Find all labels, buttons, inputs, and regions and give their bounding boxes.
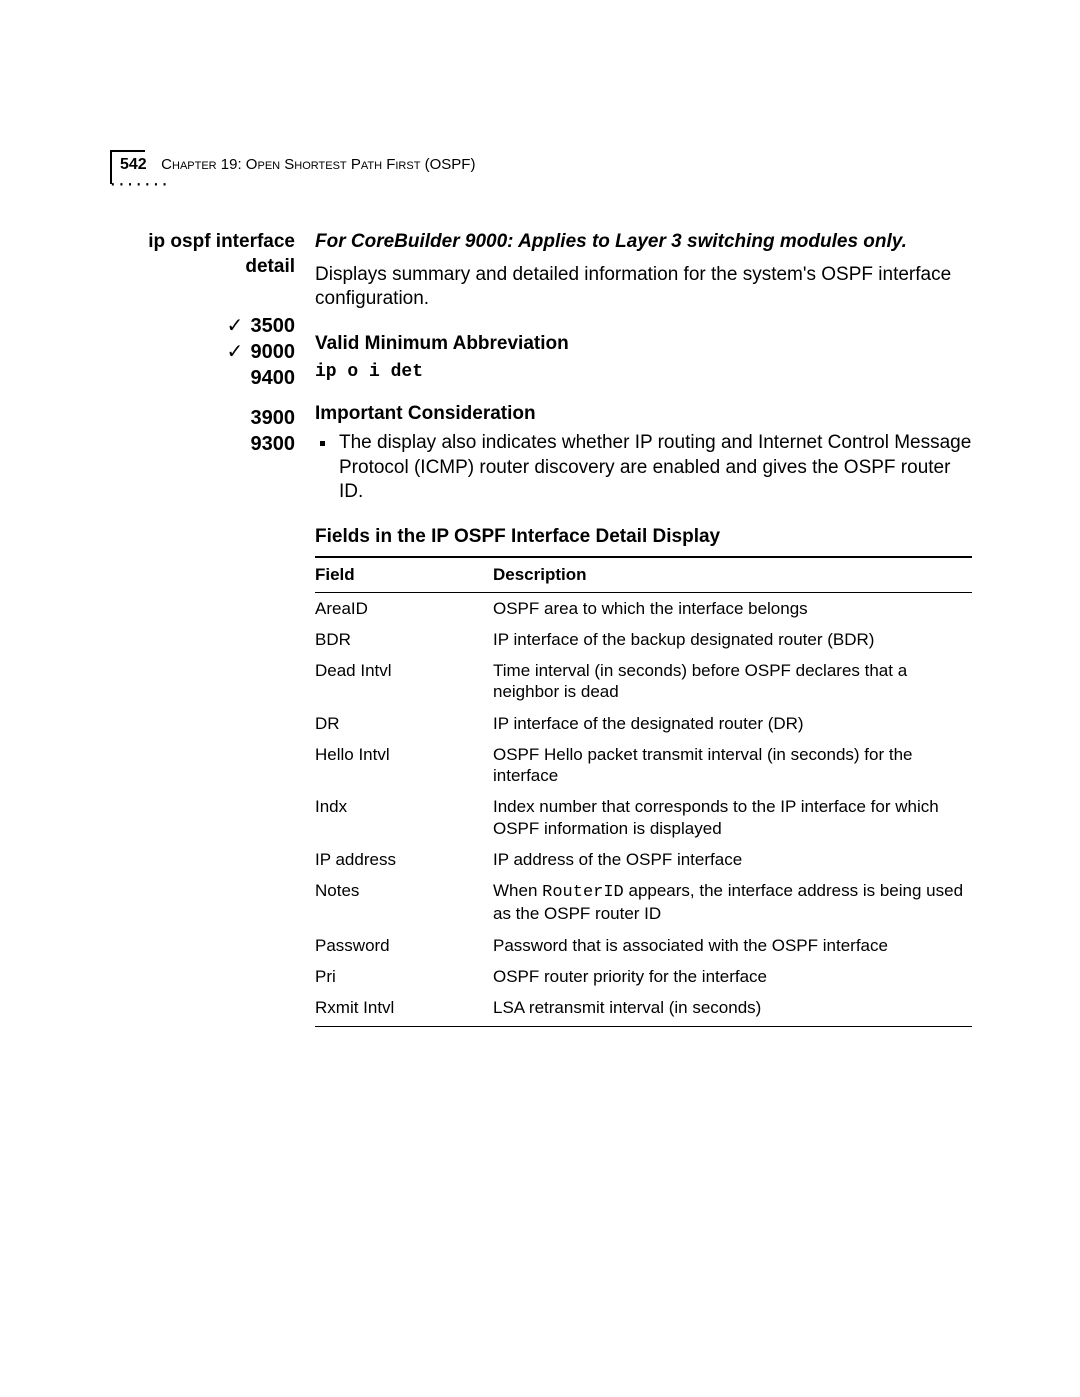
field-cell: Hello Intvl — [315, 739, 493, 792]
check-icon: ✓ — [227, 339, 251, 365]
desc-cell: LSA retransmit interval (in seconds) — [493, 992, 972, 1026]
table-row: DR IP interface of the designated router… — [315, 708, 972, 739]
consideration-list: The display also indicates whether IP ro… — [337, 431, 972, 505]
table-row: IP address IP address of the OSPF interf… — [315, 844, 972, 875]
fields-table-wrap: Field Description AreaID OSPF area to wh… — [315, 556, 972, 1028]
model-number: 3500 — [251, 313, 296, 339]
check-icon: ✓ — [227, 313, 251, 339]
table-row: Rxmit Intvl LSA retransmit interval (in … — [315, 992, 972, 1026]
content-area: ip ospf interface detail ✓ 3500 ✓ 9000 9… — [110, 230, 972, 1027]
table-row: Password Password that is associated wit… — [315, 930, 972, 961]
model-row: ✓ 9000 — [110, 339, 295, 365]
model-number: 9000 — [251, 339, 296, 365]
page: ······· 542 Chapter 19: Open Shortest Pa… — [0, 0, 1080, 150]
scope-note: For CoreBuilder 9000: Applies to Layer 3… — [315, 230, 972, 255]
model-row: 9400 — [110, 365, 295, 391]
desc-cell: OSPF area to which the interface belongs — [493, 592, 972, 624]
desc-cell: Time interval (in seconds) before OSPF d… — [493, 655, 972, 708]
model-number: 9300 — [251, 431, 296, 457]
model-row: ✓ 3500 — [110, 313, 295, 339]
table-row: AreaID OSPF area to which the interface … — [315, 592, 972, 624]
field-cell: Dead Intvl — [315, 655, 493, 708]
field-cell: Pri — [315, 961, 493, 992]
intro-paragraph: Displays summary and detailed informatio… — [315, 263, 972, 312]
desc-cell: IP interface of the designated router (D… — [493, 708, 972, 739]
model-list: ✓ 3500 ✓ 9000 9400 3900 9300 — [110, 313, 295, 457]
routerid-code: RouterID — [542, 883, 624, 902]
fields-table: Field Description AreaID OSPF area to wh… — [315, 556, 972, 1027]
model-number: 3900 — [251, 405, 296, 431]
running-header: 542 Chapter 19: Open Shortest Path First… — [120, 156, 475, 174]
field-cell: Notes — [315, 875, 493, 930]
field-cell: Rxmit Intvl — [315, 992, 493, 1026]
desc-cell: Index number that corresponds to the IP … — [493, 791, 972, 844]
table-row: Hello Intvl OSPF Hello packet transmit i… — [315, 739, 972, 792]
desc-cell: OSPF router priority for the interface — [493, 961, 972, 992]
fields-heading: Fields in the IP OSPF Interface Detail D… — [315, 525, 972, 550]
col-header-description: Description — [493, 557, 972, 593]
desc-cell: Password that is associated with the OSP… — [493, 930, 972, 961]
field-cell: Indx — [315, 791, 493, 844]
consideration-heading: Important Consideration — [315, 402, 972, 427]
model-row: 9300 — [110, 431, 295, 457]
table-row: Pri OSPF router priority for the interfa… — [315, 961, 972, 992]
field-cell: Password — [315, 930, 493, 961]
right-column: For CoreBuilder 9000: Applies to Layer 3… — [315, 230, 972, 1027]
desc-cell: When RouterID appears, the interface add… — [493, 875, 972, 930]
abbrev-heading: Valid Minimum Abbreviation — [315, 332, 972, 357]
field-cell: DR — [315, 708, 493, 739]
model-row: 3900 — [110, 405, 295, 431]
left-column: ip ospf interface detail ✓ 3500 ✓ 9000 9… — [110, 230, 315, 1027]
abbrev-code: ip o i det — [315, 361, 972, 384]
table-row: Indx Index number that corresponds to th… — [315, 791, 972, 844]
field-cell: BDR — [315, 624, 493, 655]
chapter-title: Chapter 19: Open Shortest Path First (OS… — [161, 156, 475, 173]
header-corner-h-rule — [110, 150, 145, 152]
page-number: 542 — [120, 156, 147, 173]
command-name: ip ospf interface detail — [110, 230, 295, 279]
consideration-item: The display also indicates whether IP ro… — [337, 431, 972, 505]
desc-cell: OSPF Hello packet transmit interval (in … — [493, 739, 972, 792]
header-dots-icon: ······· — [108, 175, 168, 194]
field-cell: IP address — [315, 844, 493, 875]
col-header-field: Field — [315, 557, 493, 593]
table-row: BDR IP interface of the backup designate… — [315, 624, 972, 655]
field-cell: AreaID — [315, 592, 493, 624]
table-row: Notes When RouterID appears, the interfa… — [315, 875, 972, 930]
model-number: 9400 — [251, 365, 296, 391]
desc-cell: IP interface of the backup designated ro… — [493, 624, 972, 655]
table-row: Dead Intvl Time interval (in seconds) be… — [315, 655, 972, 708]
desc-cell: IP address of the OSPF interface — [493, 844, 972, 875]
